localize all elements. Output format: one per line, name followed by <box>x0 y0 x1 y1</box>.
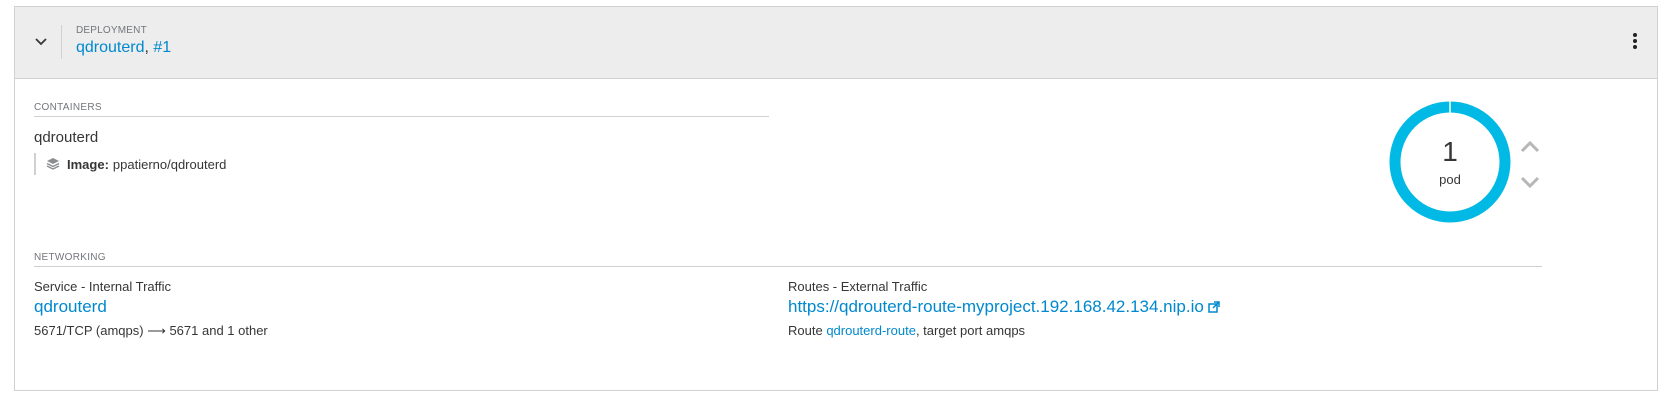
header-divider <box>61 25 62 59</box>
routes-title: Routes - External Traffic <box>788 279 928 294</box>
deployment-header: DEPLOYMENT qdrouterd, #1 <box>15 7 1657 79</box>
chevron-up-icon[interactable] <box>1519 138 1541 154</box>
pod-unit-label: pod <box>1439 172 1461 187</box>
networking-section-label: NETWORKING <box>34 252 106 263</box>
deployment-name-link[interactable]: qdrouterd <box>76 39 145 56</box>
container-name: qdrouterd <box>34 129 99 146</box>
service-link[interactable]: qdrouterd <box>34 297 107 317</box>
route-url-row: https://qdrouterd-route-myproject.192.16… <box>788 297 1220 317</box>
route-suffix: , target port amqps <box>915 323 1026 338</box>
pod-donut-chart[interactable]: 1 pod <box>1388 100 1512 224</box>
route-name-link[interactable]: qdrouterd-route <box>826 323 916 338</box>
chevron-down-icon[interactable] <box>32 32 50 50</box>
containers-section-label: CONTAINERS <box>34 102 102 113</box>
service-ports: 5671/TCP (amqps) ⟶ 5671 and 1 other <box>34 323 268 338</box>
container-image-row: Image: ppatierno/qdrouterd <box>34 153 226 175</box>
image-value: ppatierno/qdrouterd <box>112 156 227 172</box>
resource-kind-label: DEPLOYMENT <box>76 25 147 36</box>
layers-icon <box>46 158 60 170</box>
deployment-card: DEPLOYMENT qdrouterd, #1 CONTAINERS qdro… <box>14 6 1658 391</box>
networking-divider <box>34 266 1542 267</box>
route-url-link[interactable]: https://qdrouterd-route-myproject.192.16… <box>788 297 1204 316</box>
chevron-down-icon[interactable] <box>1519 175 1541 191</box>
service-title: Service - Internal Traffic <box>34 279 172 294</box>
route-prefix: Route <box>788 323 827 338</box>
deployment-revision-link[interactable]: #1 <box>153 39 171 56</box>
pod-count: 1 <box>1442 136 1458 167</box>
containers-divider <box>34 116 769 117</box>
image-label: Image: <box>67 156 109 172</box>
kebab-menu-icon[interactable] <box>1631 33 1639 51</box>
route-detail: Route qdrouterd-route, target port amqps <box>788 323 1025 338</box>
external-link-icon[interactable] <box>1208 301 1220 313</box>
deployment-title: qdrouterd, #1 <box>76 39 171 57</box>
